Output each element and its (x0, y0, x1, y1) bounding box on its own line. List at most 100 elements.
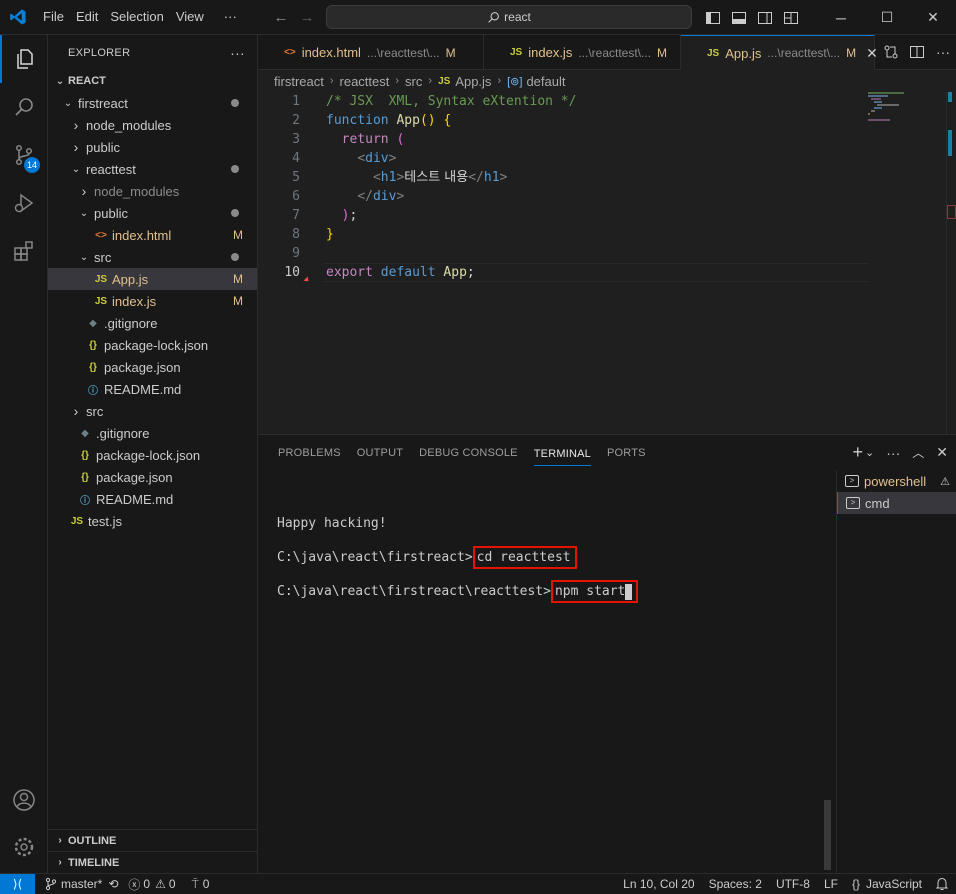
tree-item[interactable]: ⓘ README.md (48, 488, 257, 510)
breadcrumb-item[interactable]: reacttest (340, 74, 390, 89)
tree-item[interactable]: › src (48, 400, 257, 422)
tree-item[interactable]: ⓘ README.md (48, 378, 257, 400)
command-center-search[interactable]: react (326, 5, 692, 29)
code-line: 1 /* JSX XML, Syntax eXtention */ (258, 92, 868, 111)
tree-item[interactable]: ⌄ reacttest (48, 158, 257, 180)
tree-item[interactable]: › public (48, 136, 257, 158)
editor-tab[interactable]: <> index.html ...\reacttest\... M (258, 35, 484, 70)
more-actions-icon[interactable]: ··· (886, 445, 900, 461)
branch-status[interactable]: master* (45, 877, 102, 891)
extensions-icon[interactable] (0, 227, 48, 275)
terminal-instance[interactable]: > powershell ⚠ (837, 470, 956, 492)
info-file-icon: ⓘ (80, 495, 90, 507)
tree-item[interactable]: {} package-lock.json (48, 444, 257, 466)
tree-item[interactable]: JS test.js (48, 510, 257, 532)
breadcrumb-item[interactable]: firstreact (274, 74, 324, 89)
minimize-button[interactable]: ─ (818, 0, 864, 35)
sync-icon[interactable]: ⟲ (108, 877, 118, 891)
source-control-icon[interactable]: 14 (0, 131, 48, 179)
ports-status[interactable]: ⍑ 0 (192, 877, 210, 892)
customize-layout-icon[interactable] (778, 0, 804, 35)
remote-indicator-icon[interactable]: ⟩⟨ (0, 873, 35, 894)
code-editor[interactable]: 1 /* JSX XML, Syntax eXtention */ 2 functi… (258, 92, 956, 434)
code-line: 9 (258, 244, 868, 263)
explorer-icon[interactable] (0, 35, 48, 83)
editor-scrollbar[interactable] (946, 92, 956, 434)
editor-tab[interactable]: JS index.js ...\reacttest\... M (484, 35, 681, 70)
back-arrow-icon[interactable]: ← (268, 9, 294, 26)
indentation-status[interactable]: Spaces: 2 (709, 877, 762, 891)
forward-arrow-icon[interactable]: → (294, 9, 320, 26)
explorer-more-actions-icon[interactable]: ··· (230, 45, 245, 61)
breadcrumb-item[interactable]: default (526, 74, 565, 89)
tree-item-label: test.js (88, 513, 122, 529)
editor-tab[interactable]: JS App.js ...\reacttest\... M ✕ (681, 35, 878, 70)
panel-tab-terminal[interactable]: TERMINAL (533, 439, 591, 466)
split-editor-icon[interactable] (904, 35, 930, 70)
js-file-icon: JS (70, 515, 84, 527)
toggle-secondary-sidebar-icon[interactable] (752, 0, 778, 35)
code-text: export default App; (326, 265, 475, 280)
panel-tab-problems[interactable]: PROBLEMS (278, 435, 341, 470)
compare-changes-icon[interactable] (878, 35, 904, 70)
tree-item[interactable]: JS index.js M (48, 290, 257, 312)
outline-section[interactable]: › OUTLINE (48, 829, 258, 851)
tree-item[interactable]: › node_modules (48, 180, 257, 202)
chevron-down-icon[interactable]: ⌄ (865, 446, 874, 459)
tree-item[interactable]: ◆ .gitignore (48, 312, 257, 334)
tree-item[interactable]: › node_modules (48, 114, 257, 136)
terminal-output[interactable]: Happy hacking! C:\java\react\firstreact>… (258, 470, 836, 874)
terminal-prompt: C:\java\react\firstreact> (277, 550, 473, 565)
tree-item-label: public (86, 139, 120, 155)
minimap[interactable] (868, 92, 944, 434)
tree-item[interactable]: <> index.html M (48, 224, 257, 246)
timeline-section[interactable]: › TIMELINE (48, 851, 258, 873)
more-actions-icon[interactable]: ··· (930, 35, 956, 70)
menu-item[interactable]: File (37, 5, 70, 29)
close-tab-icon[interactable]: ✕ (866, 45, 878, 62)
close-window-button[interactable]: ✕ (910, 0, 956, 35)
menu-item[interactable]: ··· (218, 5, 243, 29)
tree-item[interactable]: {} package.json (48, 466, 257, 488)
menu-item[interactable]: View (170, 5, 210, 29)
cursor-position[interactable]: Ln 10, Col 20 (623, 877, 694, 891)
toggle-panel-icon[interactable] (726, 0, 752, 35)
menu-item[interactable]: Edit (70, 5, 104, 29)
run-debug-icon[interactable] (0, 179, 48, 227)
encoding-status[interactable]: UTF-8 (776, 877, 810, 891)
search-icon[interactable] (0, 83, 48, 131)
panel-tab-output[interactable]: OUTPUT (357, 435, 403, 470)
outline-label: OUTLINE (68, 834, 117, 847)
js-file-icon: JS (94, 295, 108, 307)
new-terminal-icon[interactable]: + (853, 442, 864, 463)
breadcrumb-item[interactable]: App.js (455, 74, 491, 89)
tree-item[interactable]: ◆ .gitignore (48, 422, 257, 444)
menu-item[interactable]: Selection (104, 5, 169, 29)
panel-tab-debug-console[interactable]: DEBUG CONSOLE (419, 435, 518, 470)
tree-item[interactable]: ⌄ firstreact (48, 92, 257, 114)
tree-item-label: src (94, 249, 112, 265)
tree-item[interactable]: ⌄ src (48, 246, 257, 268)
tree-item[interactable]: {} package-lock.json (48, 334, 257, 356)
terminal-line: C:\java\react\firstreact\reacttest> npm s… (277, 580, 639, 603)
close-panel-icon[interactable]: ✕ (936, 444, 948, 461)
problems-status[interactable]: ⓧ 0 ⚠ 0 (128, 876, 175, 893)
maximize-button[interactable]: ☐ (864, 0, 910, 35)
eol-status[interactable]: LF (824, 877, 838, 891)
terminal-scrollbar[interactable] (824, 800, 831, 870)
language-mode[interactable]: {} JavaScript (852, 877, 922, 891)
tree-item[interactable]: ⌄ public (48, 202, 257, 224)
tree-item[interactable]: JS App.js M (48, 268, 257, 290)
tree-item-label: package.json (104, 359, 181, 375)
terminal-instance[interactable]: > cmd (837, 492, 956, 514)
panel-tab-ports[interactable]: PORTS (607, 435, 646, 470)
maximize-panel-icon[interactable]: ︿ (912, 444, 924, 461)
toggle-primary-sidebar-icon[interactable] (700, 0, 726, 35)
tree-item-label: README.md (104, 381, 182, 397)
settings-gear-icon[interactable] (0, 823, 48, 871)
account-icon[interactable] (0, 776, 48, 824)
workspace-root[interactable]: ⌄ REACT (48, 70, 257, 92)
tree-item[interactable]: {} package.json (48, 356, 257, 378)
breadcrumb-item[interactable]: src (405, 74, 422, 89)
notifications-bell-icon[interactable] (936, 877, 948, 891)
